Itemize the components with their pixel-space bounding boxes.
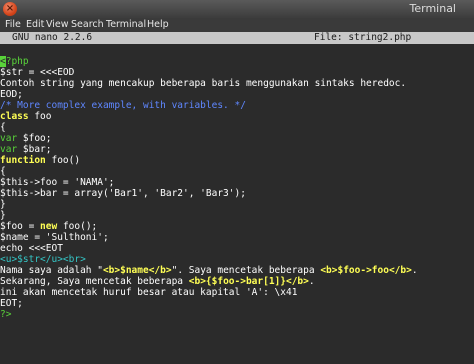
code-line: $foo = new foo(); bbox=[0, 221, 98, 232]
code-line: { bbox=[0, 166, 6, 177]
menu-terminal[interactable]: Terminal bbox=[106, 19, 146, 30]
nano-filename: File: string2.php bbox=[314, 32, 412, 43]
nano-version: GNU nano 2.2.6 bbox=[12, 32, 93, 43]
code-line: <u>$str</u><br> bbox=[0, 254, 86, 265]
code-line: ini akan mencetak huruf besar atau kapit… bbox=[0, 287, 298, 298]
menu-help[interactable]: Help bbox=[147, 19, 169, 30]
code-line: <?php bbox=[0, 56, 29, 67]
code-line: echo <<<EOT bbox=[0, 243, 63, 254]
nano-header: GNU nano 2.2.6 File: string2.php bbox=[0, 32, 474, 44]
close-icon[interactable]: × bbox=[3, 2, 17, 16]
code-line: { bbox=[0, 122, 6, 133]
code-line: var $bar; bbox=[0, 144, 52, 155]
code-line: $str = <<<EOD bbox=[0, 67, 75, 78]
code-line: Contoh string yang mencakup beberapa bar… bbox=[0, 78, 407, 89]
code-line: EOT; bbox=[0, 298, 23, 309]
menu-view[interactable]: View bbox=[46, 19, 69, 30]
window-titlebar: × Terminal bbox=[0, 0, 474, 18]
code-line: $this->foo = 'NAMA'; bbox=[0, 177, 115, 188]
code-line: $name = 'Sulthoni'; bbox=[0, 232, 109, 243]
code-line: $this->bar = array('Bar1', 'Bar2', 'Bar3… bbox=[0, 188, 246, 199]
menu-file[interactable]: File bbox=[5, 19, 21, 30]
menu-bar: File Edit View Search Terminal Help bbox=[0, 18, 474, 32]
menu-search[interactable]: Search bbox=[71, 19, 104, 30]
terminal-area[interactable]: GNU nano 2.2.6 File: string2.php <?php $… bbox=[0, 32, 474, 364]
code-line: Sekarang, Saya mencetak beberapa <b>{$fo… bbox=[0, 276, 315, 287]
code-line: EOD; bbox=[0, 89, 23, 100]
window-title: Terminal bbox=[409, 2, 457, 15]
menu-edit[interactable]: Edit bbox=[26, 19, 44, 30]
code-line: Nama saya adalah "<b>$name</b>". Saya me… bbox=[0, 265, 418, 276]
code-line: class foo bbox=[0, 111, 52, 122]
code-line: } bbox=[0, 199, 6, 210]
code-line: } bbox=[0, 210, 6, 221]
code-comment: /* More complex example, with variables.… bbox=[0, 100, 246, 111]
code-line: var $foo; bbox=[0, 133, 52, 144]
code-line: function foo() bbox=[0, 155, 81, 166]
code-line: ?> bbox=[0, 309, 12, 320]
